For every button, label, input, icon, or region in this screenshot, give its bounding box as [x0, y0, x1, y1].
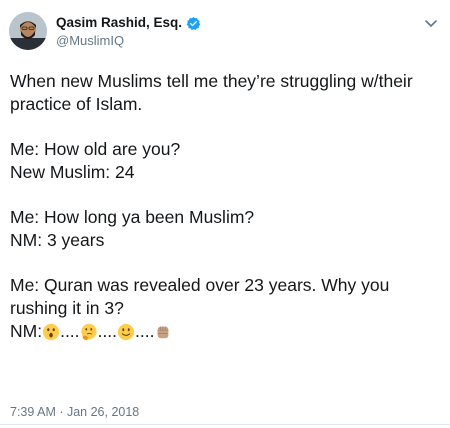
tweet-line: rushing it in 3?	[10, 298, 124, 318]
tweet-text: When new Muslims tell me they’re struggl…	[10, 70, 442, 343]
divider	[0, 424, 450, 425]
tweet-timestamp[interactable]: 7:39 AM · Jan 26, 2018	[10, 405, 139, 419]
ellipsis: ....	[134, 321, 155, 341]
user-handle[interactable]: @MuslimIQ	[56, 33, 201, 49]
tweet-line: Me: How long ya been Muslim?	[10, 207, 255, 227]
avatar-image	[9, 12, 47, 50]
tweet-line: practice of Islam.	[10, 94, 143, 114]
astonished-face-icon	[42, 323, 60, 340]
tweet-line: Me: Quran was revealed over 23 years. Wh…	[10, 275, 390, 295]
thinking-face-icon	[80, 323, 97, 340]
raised-fist-icon	[158, 326, 169, 338]
tweet-paragraph: Me: How long ya been Muslim? NM: 3 years	[10, 206, 442, 252]
tweet-paragraph: Me: Quran was revealed over 23 years. Wh…	[10, 274, 442, 343]
chevron-down-icon[interactable]	[424, 19, 438, 29]
verified-badge-icon	[186, 16, 201, 31]
reaction-line: NM: .... .... ....	[10, 320, 442, 343]
reaction-prefix: NM:	[10, 321, 43, 341]
tweet-line: When new Muslims tell me they’re struggl…	[10, 71, 413, 91]
avatar[interactable]	[9, 12, 47, 50]
ellipsis: ....	[60, 321, 80, 341]
slightly-smiling-face-icon	[117, 323, 135, 340]
tweet-line: Me: How old are you?	[10, 139, 181, 159]
tweet-line: NM: 3 years	[10, 230, 105, 250]
ellipsis: ....	[97, 321, 117, 341]
tweet-paragraph: Me: How old are you? New Muslim: 24	[10, 138, 442, 184]
display-name[interactable]: Qasim Rashid, Esq.	[56, 15, 182, 31]
author-block: Qasim Rashid, Esq. @MuslimIQ	[56, 15, 201, 49]
tweet-line: New Muslim: 24	[10, 162, 135, 182]
tweet-paragraph: When new Muslims tell me they’re struggl…	[10, 70, 442, 116]
tweet-card: Qasim Rashid, Esq. @MuslimIQ When new Mu…	[0, 0, 450, 428]
